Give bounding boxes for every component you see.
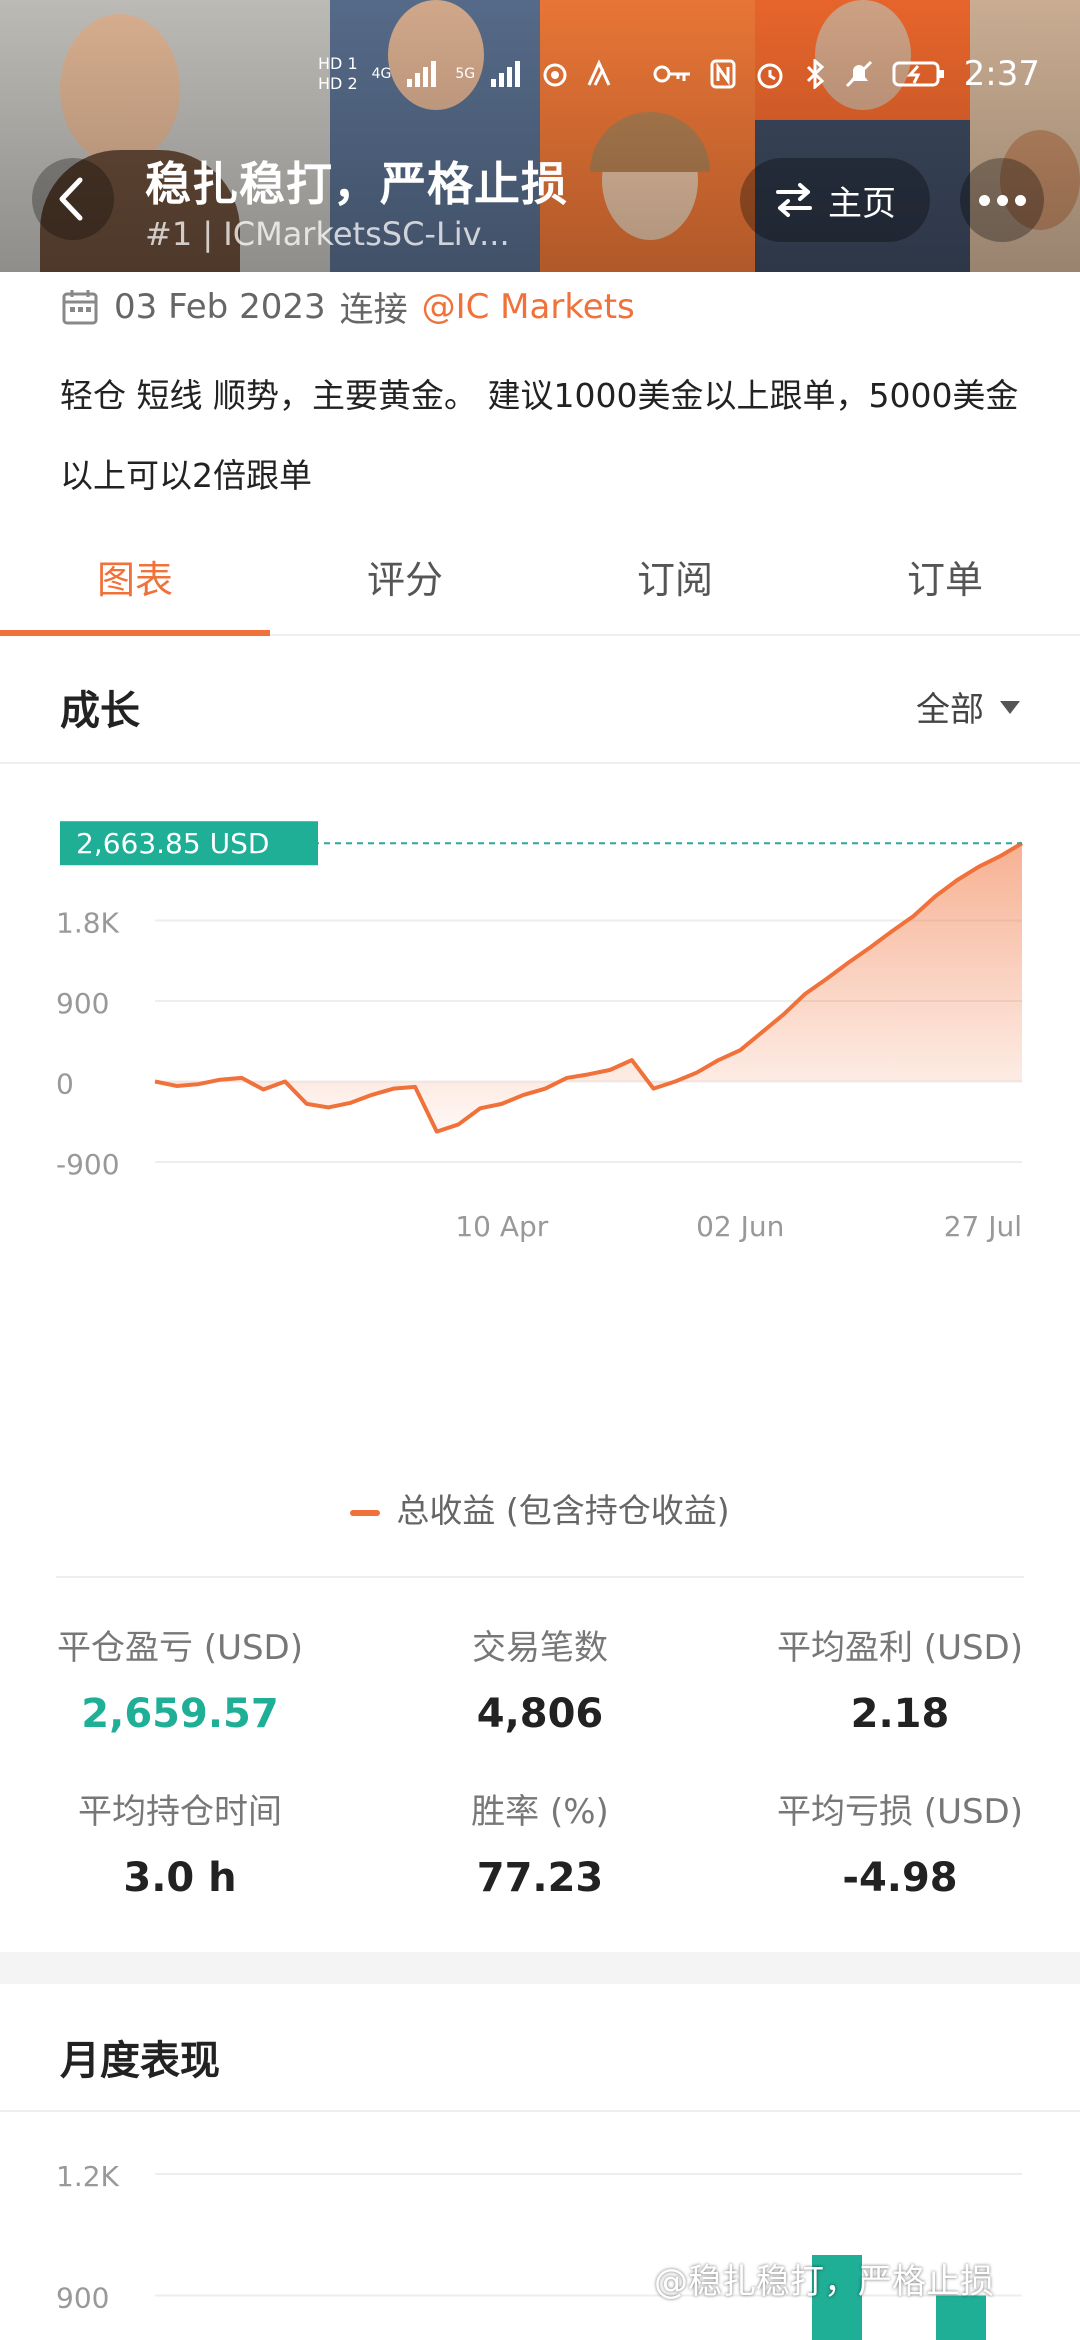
start-date: 03 Feb 2023: [114, 286, 326, 327]
status-bar-left: HD 1 HD 2 4G 5G: [318, 54, 613, 94]
stat-value: 3.0 h: [123, 1855, 237, 1901]
triangle-down-icon: [1000, 700, 1020, 714]
nfc-icon: [710, 59, 736, 89]
current-value-label: 2,663.85 USD: [76, 827, 269, 860]
chart-legend[interactable]: 总收益 (包含持仓收益): [0, 1484, 1080, 1532]
stat-value: 4,806: [476, 1691, 604, 1737]
home-button[interactable]: 主页: [740, 158, 930, 242]
strategy-header: HD 1 HD 2 4G 5G 2:37 稳扎稳打，严格止损 #1 | ICMa…: [0, 0, 1080, 272]
strategy-description: 轻仓 短线 顺势，主要黄金。 建议1000美金以上跟单，5000美金以上可以2倍…: [60, 376, 1019, 495]
tab-rating[interactable]: 评分: [270, 530, 540, 634]
tab-orders[interactable]: 订单: [810, 530, 1080, 634]
stat-label: 平均持仓时间: [78, 1792, 282, 1832]
y-tick-label: 1.8K: [56, 907, 120, 940]
chevron-left-icon: [59, 177, 83, 221]
legend-label: 总收益 (包含持仓收益): [396, 1491, 730, 1530]
alarm-icon: [757, 63, 783, 89]
stat-label: 平均亏损 (USD): [777, 1792, 1023, 1832]
y-tick-label: 1.2K: [56, 2160, 120, 2193]
stat-value: 2,659.57: [81, 1691, 279, 1737]
network-5g-label: 5G: [455, 66, 476, 82]
stat-avg-hold: 平均持仓时间 3.0 h: [0, 1784, 360, 1901]
swap-icon: [776, 183, 812, 217]
legend-swatch: [350, 1509, 381, 1516]
monthly-section-header: 月度表现: [0, 1986, 1080, 2112]
signal-icon: [491, 61, 521, 87]
network-4g-label: 4G: [371, 66, 392, 82]
home-button-label: 主页: [828, 183, 896, 224]
more-icon: [978, 194, 1026, 206]
sim2-label: HD 2: [318, 74, 358, 93]
growth-section-header: 成长 全部: [0, 640, 1080, 764]
watermark: @稳扎稳打，严格止损: [654, 2262, 994, 2302]
growth-chart[interactable]: 1.8K 900 0 -900 2,663.85 USD 10 Apr 02 Jun 27 J…: [0, 770, 1080, 1470]
status-bar-right: 2:37: [652, 54, 1040, 94]
stat-label: 平均盈利 (USD): [777, 1628, 1023, 1668]
broker-link[interactable]: @IC Markets: [422, 287, 635, 327]
stat-label: 胜率 (%): [471, 1792, 609, 1832]
strategy-account: #1 | ICMarketsSC-Liv...: [145, 215, 510, 253]
sim-indicator: HD 1 HD 2: [318, 54, 358, 94]
stat-value: -4.98: [842, 1855, 958, 1901]
section-gap: [0, 1952, 1080, 1984]
stat-value: 2.18: [850, 1691, 950, 1737]
page: HD 1 HD 2 4G 5G 2:37 稳扎稳打，严格止损 #1 | ICMa…: [0, 0, 1080, 2340]
key-icon: [653, 65, 690, 83]
battery-charging-icon: [892, 61, 944, 87]
stat-closed-pnl: 平仓盈亏 (USD) 2,659.57: [0, 1620, 360, 1737]
divider: [56, 1576, 1024, 1578]
calendar-icon: [62, 289, 98, 324]
x-tick-label: 02 Jun: [696, 1210, 784, 1243]
stat-avg-profit: 平均盈利 (USD) 2.18: [720, 1620, 1080, 1737]
app-logo-icon: [587, 59, 611, 86]
strategy-meta: 03 Feb 2023 连接 @IC Markets: [60, 282, 635, 331]
y-tick-label: 900: [56, 987, 109, 1020]
period-filter-label: 全部: [916, 690, 984, 730]
x-tick-label: 10 Apr: [455, 1210, 548, 1243]
back-button[interactable]: [32, 158, 114, 240]
monthly-chart[interactable]: 1.2K 900: [0, 2120, 1080, 2340]
status-time: 2:37: [963, 54, 1040, 94]
stat-win-rate: 胜率 (%) 77.23: [360, 1784, 720, 1901]
growth-area: [155, 843, 1022, 1132]
stat-label: 交易笔数: [472, 1628, 608, 1668]
hotspot-icon: [543, 63, 567, 87]
tab-chart[interactable]: 图表: [0, 530, 270, 636]
y-tick-label: -900: [56, 1148, 120, 1181]
y-tick-label: 0: [56, 1068, 74, 1101]
stat-label: 平仓盈亏 (USD): [57, 1628, 303, 1668]
more-button[interactable]: [960, 158, 1044, 242]
mute-icon: [845, 60, 872, 88]
growth-title: 成长: [60, 688, 140, 734]
stat-avg-loss: 平均亏损 (USD) -4.98: [720, 1784, 1080, 1901]
x-tick-label: 27 Jul: [944, 1210, 1022, 1243]
tab-subscribe[interactable]: 订阅: [540, 530, 810, 634]
connect-label: 连接: [339, 290, 408, 330]
signal-icon: [407, 61, 437, 87]
monthly-title: 月度表现: [60, 2038, 220, 2084]
bluetooth-icon: [806, 59, 824, 89]
y-tick-label: 900: [56, 2282, 109, 2315]
tab-bar: 图表 评分 订阅 订单: [0, 530, 1080, 636]
sim1-label: HD 1: [318, 54, 358, 73]
stat-value: 77.23: [476, 1855, 604, 1901]
strategy-title: 稳扎稳打，严格止损: [145, 157, 568, 211]
period-filter[interactable]: 全部: [916, 682, 1022, 731]
stat-trades: 交易笔数 4,806: [360, 1620, 720, 1737]
